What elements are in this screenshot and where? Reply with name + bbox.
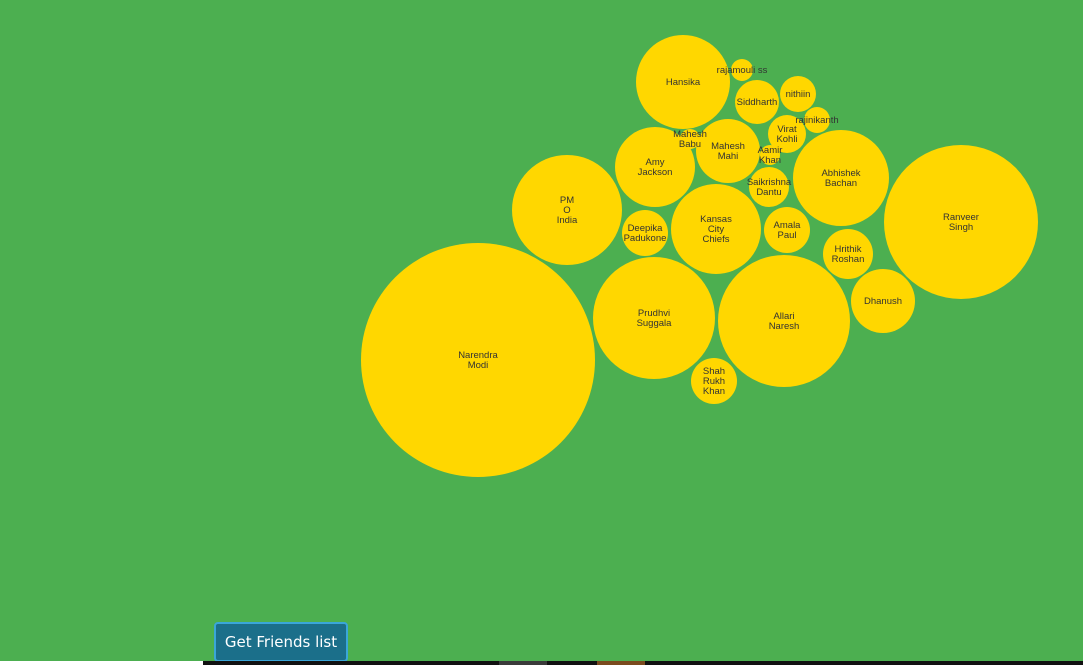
friend-bubble[interactable]: Abhishek Bachan [793,130,889,226]
bubble-label: Hansika [666,77,701,88]
bubble-label-line: Dantu [756,187,781,198]
bubble-label: Aamir Khan [758,145,783,166]
bubble-label-line: Mahi [718,151,739,162]
bubble-label: rajinikanth [795,115,838,126]
bubble-label-line: Naresh [769,321,800,332]
bubble-label-line: Singh [949,222,973,233]
bubble-label-line: Modi [468,360,489,371]
bubble-label: rajamouli ss [717,65,768,76]
strip-segment [499,661,547,665]
bubble-label-line: Paul [777,230,796,241]
bottom-strip [0,661,1083,665]
bubble-label-line: Dhanush [864,296,902,307]
bubble-label-line: Bachan [825,178,857,189]
friend-bubble[interactable]: Aamir Khan [758,145,783,166]
strip-segment [645,661,1083,665]
bubble-label-line: rajinikanth [795,115,838,126]
strip-segment [0,661,203,665]
friend-bubble[interactable]: Narendra Modi [361,243,595,477]
bubble-label: Virat Kohli [776,124,797,145]
bubble-label: Hrithik Roshan [832,244,865,265]
bubble-label-line: Roshan [832,254,865,265]
bubble-label-line: Padukone [624,233,667,244]
bubble-label-line: nithiin [786,89,811,100]
friend-bubble[interactable]: Dhanush [851,269,915,333]
bubble-label: Siddharth [737,97,778,108]
bubble-label-line: Hansika [666,77,701,88]
bubble-label: Shah Rukh Khan [703,366,725,397]
strip-segment [203,661,499,665]
friends-bubble-chart: Narendra Modi Ranveer Singh Allari Naresh Prud… [361,35,1038,477]
bubble-label-line: India [557,215,578,226]
friend-bubble[interactable]: Hansika [636,35,730,129]
bubble-label: Deepika Padukone [624,223,667,244]
friend-bubble[interactable]: Kansas City Chiefs [671,184,761,274]
get-friends-list-button[interactable]: Get Friends list [214,622,348,662]
friend-bubble[interactable]: nithiin [780,76,816,112]
bubble-label-line: Suggala [637,318,673,329]
bubble-label-line: Chiefs [703,234,730,245]
bubble-label: Abhishek Bachan [821,168,860,189]
friend-bubble[interactable]: PM O India [512,155,622,265]
bubble-label: Prudhvi Suggala [637,308,673,329]
bubble-label-line: Kohli [776,134,797,145]
bubble-label: Dhanush [864,296,902,307]
bubble-label-line: rajamouli ss [717,65,768,76]
friend-bubble[interactable]: Saikrishna Dantu [747,167,792,207]
bubble-label-line: Siddharth [737,97,778,108]
friend-bubble[interactable]: Siddharth [735,80,779,124]
friend-bubble[interactable]: Ranveer Singh [884,145,1038,299]
friend-bubble[interactable]: Prudhvi Suggala [593,257,715,379]
friend-bubble[interactable]: Shah Rukh Khan [691,358,737,404]
strip-segment [547,661,597,665]
friend-bubble[interactable]: Allari Naresh [718,255,850,387]
bubble-label-line: Khan [759,155,781,166]
bubble-label-line: Khan [703,386,725,397]
bubble-label: nithiin [786,89,811,100]
bubble-label-line: Babu [679,139,701,150]
friend-bubble[interactable]: Amala Paul [764,207,810,253]
bubble-label-line: Jackson [638,167,673,178]
friend-bubble[interactable]: Deepika Padukone [622,210,668,256]
friend-bubble[interactable]: Hrithik Roshan [823,229,873,279]
strip-segment [597,661,645,665]
